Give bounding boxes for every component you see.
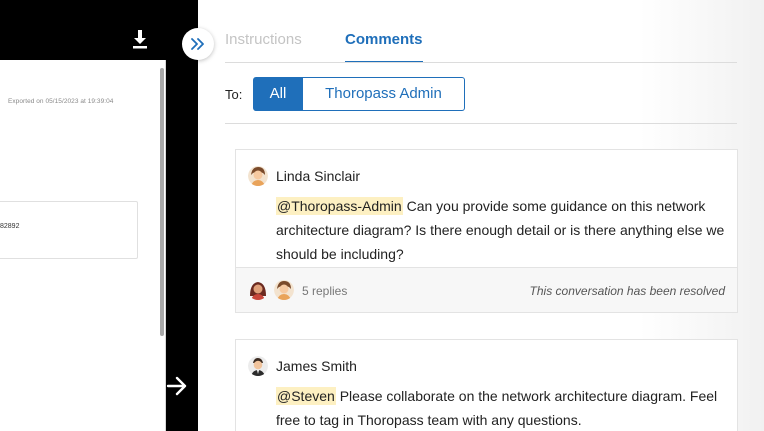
replies-link[interactable]: 5 replies bbox=[302, 284, 347, 298]
mention-tag[interactable]: @Thoropass-Admin bbox=[276, 197, 403, 215]
document-viewer: Exported on 05/15/2023 at 19:39:04 82892 bbox=[0, 0, 198, 431]
comment-footer: 5 replies This conversation has been res… bbox=[236, 267, 737, 312]
document-id-text: 82892 bbox=[0, 223, 20, 230]
document-page: Exported on 05/15/2023 at 19:39:04 82892 bbox=[0, 60, 166, 431]
export-note: Exported on 05/15/2023 at 19:39:04 bbox=[8, 98, 114, 105]
avatar bbox=[248, 356, 268, 376]
recipient-all-button[interactable]: All bbox=[253, 77, 303, 111]
double-chevron-right-icon bbox=[191, 38, 204, 50]
resolved-status: This conversation has been resolved bbox=[529, 284, 725, 298]
comment-body: @Thoropass-Admin Can you provide some gu… bbox=[276, 194, 726, 266]
comments-panel: Instructions Comments To: All Thoropass … bbox=[198, 0, 764, 431]
tab-comments[interactable]: Comments bbox=[345, 31, 423, 48]
recipient-divider bbox=[225, 123, 737, 124]
comment-card: Linda Sinclair @Thoropass-Admin Can you … bbox=[235, 149, 738, 313]
comment-card: James Smith @Steven Please collaborate o… bbox=[235, 339, 738, 431]
comment-author: Linda Sinclair bbox=[276, 168, 361, 184]
tab-instructions[interactable]: Instructions bbox=[225, 31, 302, 48]
download-icon[interactable] bbox=[130, 28, 150, 50]
mention-tag[interactable]: @Steven bbox=[276, 387, 336, 405]
viewer-toolbar bbox=[0, 0, 198, 60]
avatar bbox=[274, 280, 294, 300]
avatar bbox=[248, 280, 268, 300]
comment-body: @Steven Please collaborate on the networ… bbox=[276, 384, 726, 431]
document-field-box bbox=[0, 201, 138, 259]
avatar bbox=[248, 166, 268, 186]
arrow-right-icon[interactable] bbox=[166, 374, 188, 398]
viewer-scrollbar[interactable] bbox=[160, 68, 164, 336]
tabs-divider bbox=[225, 62, 737, 63]
comment-author: James Smith bbox=[276, 358, 357, 374]
recipient-admin-button[interactable]: Thoropass Admin bbox=[303, 77, 465, 111]
comment-text: Please collaborate on the network archit… bbox=[276, 388, 718, 428]
collapse-panel-button[interactable] bbox=[182, 28, 214, 60]
recipient-label: To: bbox=[225, 87, 243, 102]
